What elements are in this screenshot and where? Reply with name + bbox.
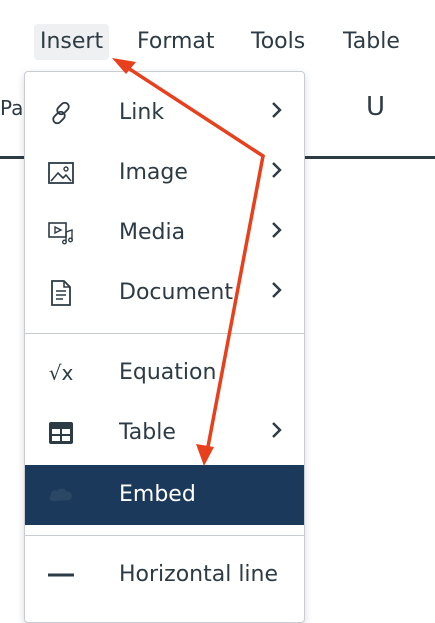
- menu-item-label: Embed: [119, 482, 196, 507]
- menu-item-table[interactable]: Table: [25, 403, 304, 463]
- menu-item-label: Link: [119, 100, 165, 125]
- chevron-right-icon: [269, 277, 285, 309]
- menu-separator: [25, 333, 304, 334]
- equation-icon: √x: [47, 357, 75, 389]
- embed-icon: [47, 479, 75, 511]
- menubar: Insert Format Tools Table: [0, 0, 435, 80]
- menu-tools[interactable]: Tools: [251, 24, 305, 60]
- image-icon: [47, 157, 75, 189]
- menu-item-embed[interactable]: Embed: [25, 465, 304, 525]
- paragraph-style-dropdown[interactable]: Pa: [0, 96, 23, 120]
- chevron-right-icon: [269, 157, 285, 189]
- menu-item-label: Equation: [119, 360, 217, 385]
- menu-separator: [25, 535, 304, 536]
- menu-insert[interactable]: Insert: [34, 24, 110, 60]
- chevron-right-icon: [269, 97, 285, 129]
- document-icon: [47, 277, 75, 309]
- menu-item-horizontal-line[interactable]: Horizontal line: [25, 545, 304, 605]
- menu-format[interactable]: Format: [137, 24, 215, 60]
- chevron-right-icon: [269, 417, 285, 449]
- link-icon: [47, 97, 75, 129]
- menu-item-label: Media: [119, 220, 186, 245]
- menu-item-image[interactable]: Image: [25, 143, 304, 203]
- menu-item-media[interactable]: Media: [25, 203, 304, 263]
- menu-table[interactable]: Table: [343, 24, 400, 60]
- equation-glyph: √x: [48, 361, 74, 385]
- underline-button[interactable]: U: [366, 92, 385, 122]
- media-icon: [47, 217, 75, 249]
- underline-label: U: [366, 92, 386, 122]
- menu-item-document[interactable]: Document: [25, 263, 304, 323]
- menu-item-link[interactable]: Link: [25, 83, 304, 143]
- table-icon: [47, 417, 75, 449]
- menu-item-label: Table: [119, 420, 176, 445]
- menu-item-label: Document: [119, 280, 233, 305]
- menu-item-equation[interactable]: √x Equation: [25, 343, 304, 403]
- menu-item-label: Image: [119, 160, 188, 185]
- insert-menu-dropdown: Link Image Media Document √x Equation Ta…: [24, 71, 305, 623]
- menu-item-label: Horizontal line: [119, 562, 279, 587]
- chevron-right-icon: [269, 217, 285, 249]
- horizontal-line-icon: [47, 559, 75, 591]
